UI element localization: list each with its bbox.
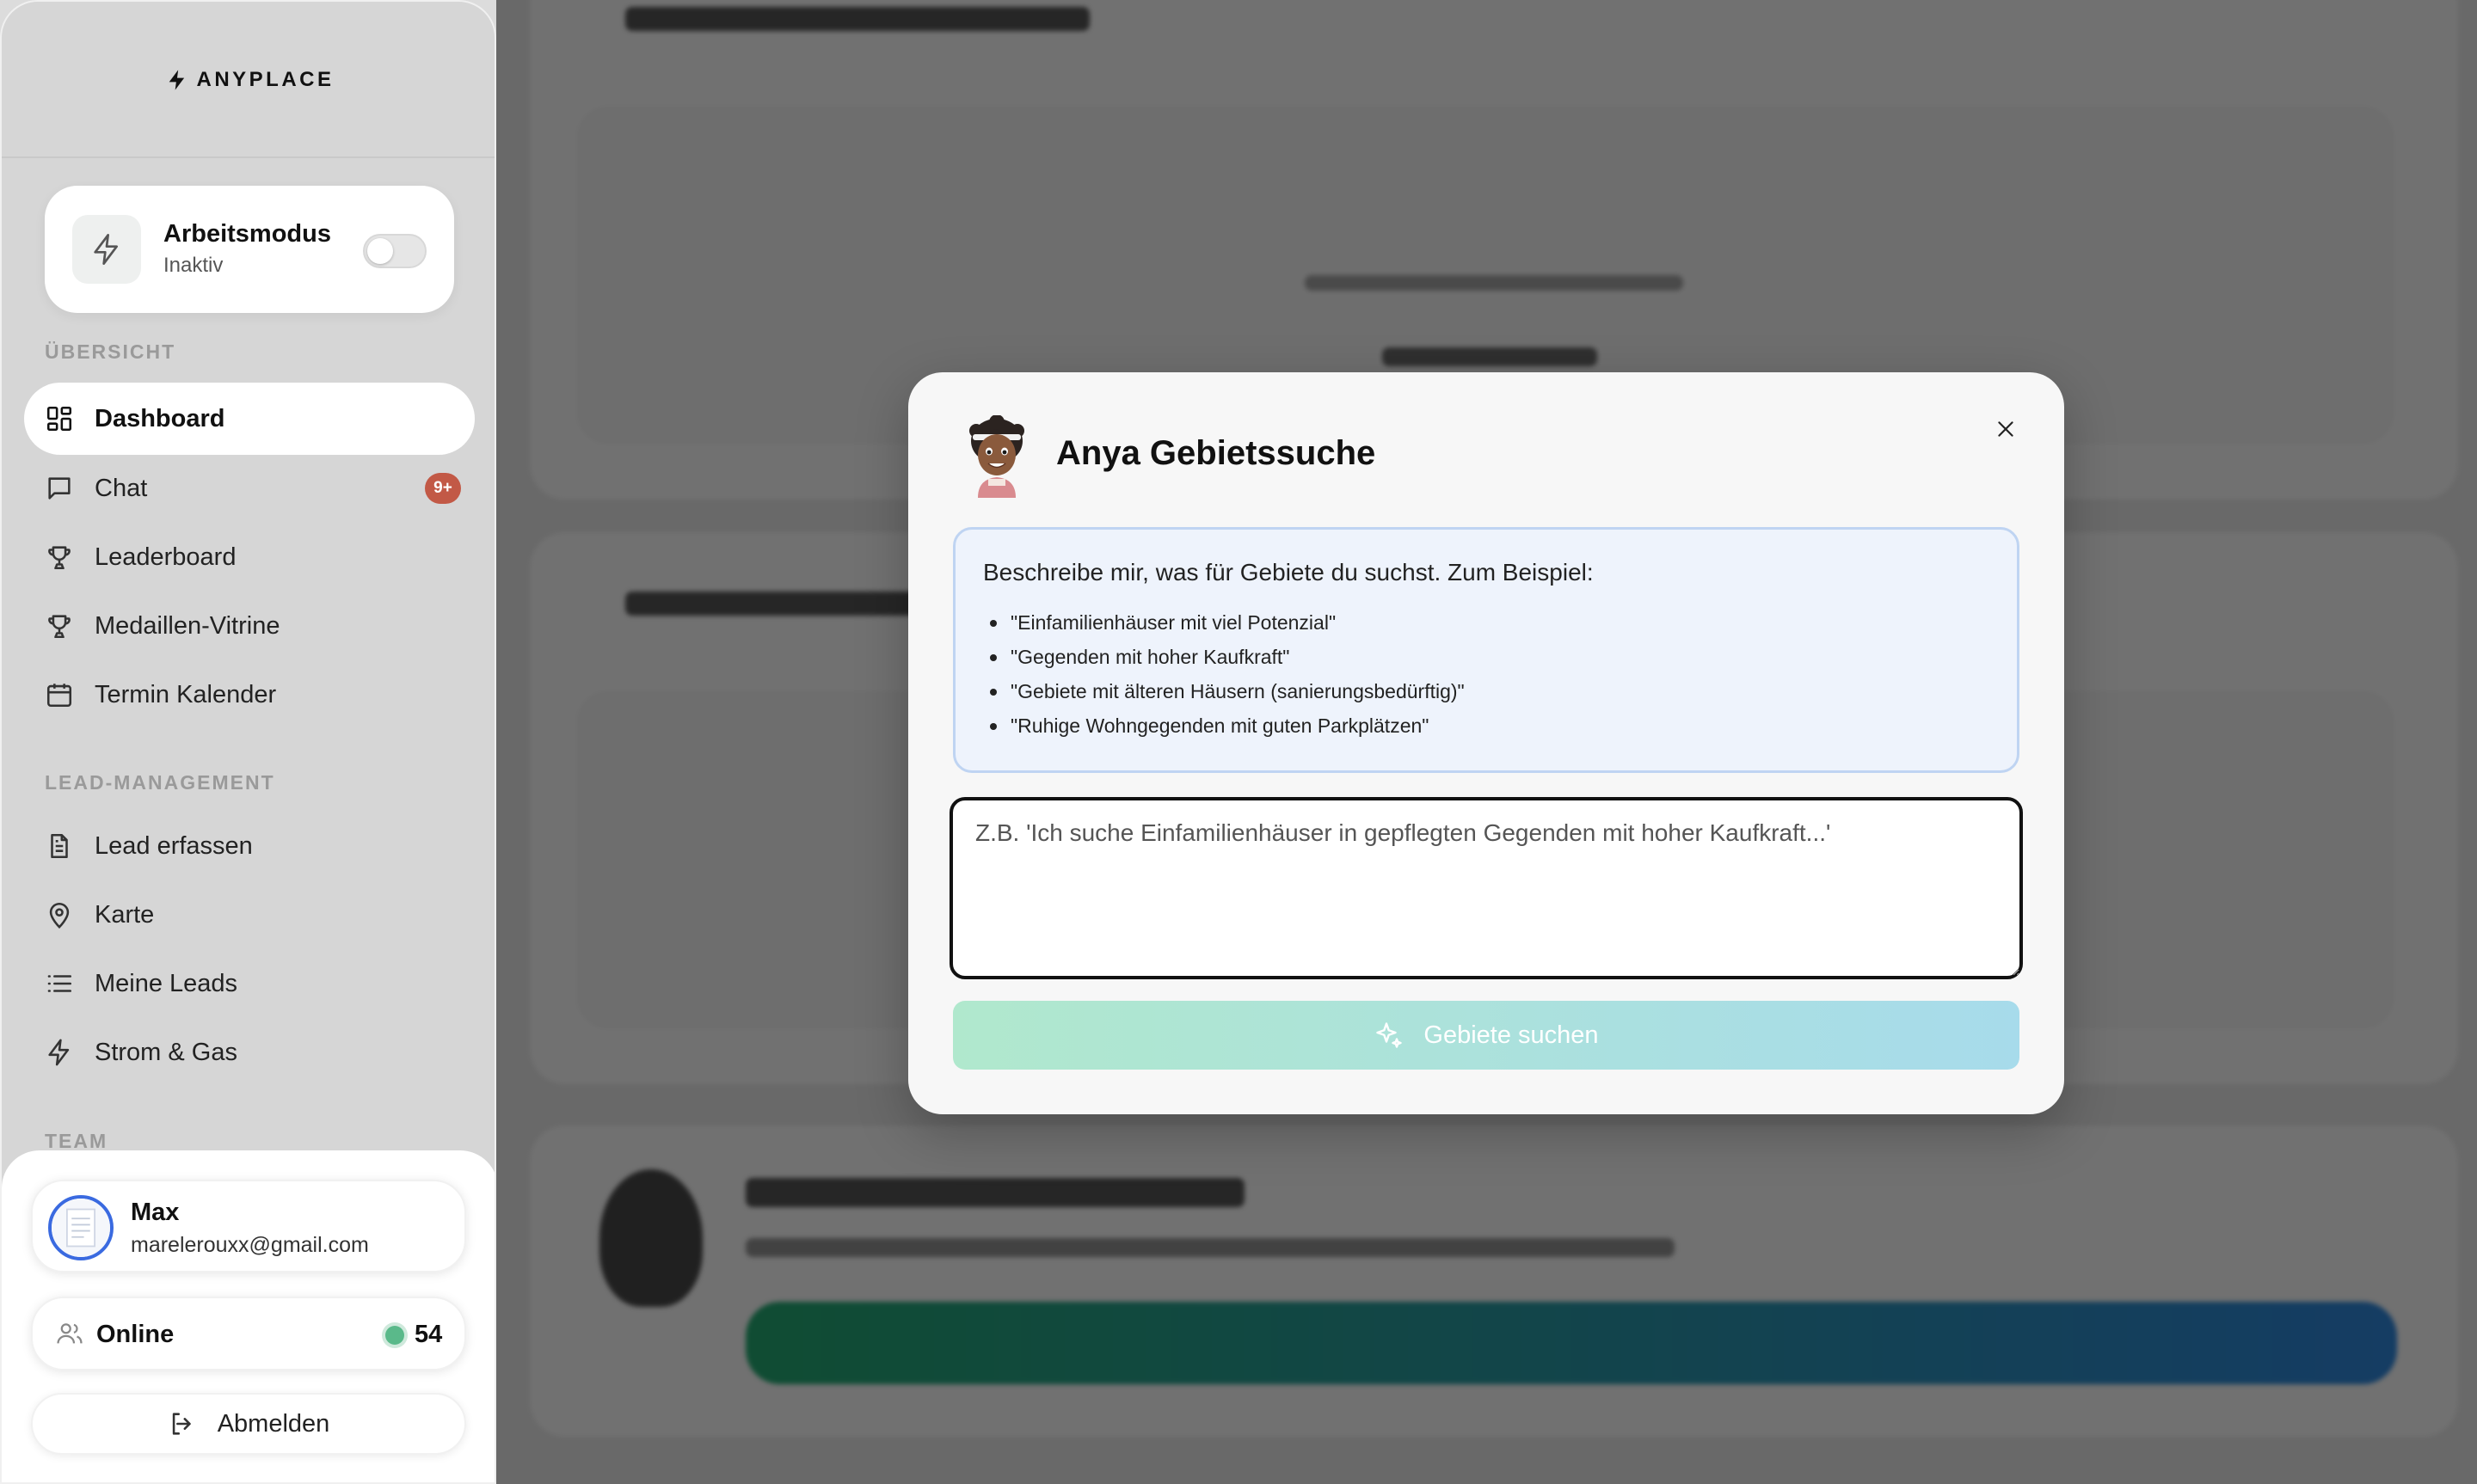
sparkles-icon — [1376, 1022, 1403, 1048]
calendar-icon — [46, 684, 72, 708]
trophy-icon — [48, 615, 71, 639]
logout-label: Abmelden — [217, 1409, 330, 1438]
document-icon — [51, 833, 68, 859]
list-icon — [47, 975, 72, 992]
online-label: Online — [96, 1321, 175, 1348]
sidebar-item-medaillen-vitrine[interactable]: Medaillen-Vitrine — [24, 590, 475, 662]
list-item: "Ruhige Wohngegenden mit guten Parkplätz… — [983, 708, 1989, 743]
area-search-modal: Anya Gebietssuche Beschreibe mir, was fü… — [908, 372, 2064, 1114]
sidebar-item-leaderboard[interactable]: Leaderboard — [24, 521, 475, 593]
section-overview: ÜBERSICHT — [45, 340, 176, 363]
sidebar-item-label: Medaillen-Vitrine — [95, 611, 280, 640]
online-count: 54 — [415, 1321, 443, 1348]
close-button[interactable] — [1987, 410, 2025, 448]
user-panel: Max marelerouxx@gmail.com Online 54 Abme… — [2, 1150, 495, 1482]
sidebar-item-label: Strom & Gas — [95, 1038, 237, 1066]
sidebar-item-label: Chat — [95, 474, 148, 502]
lightning-icon — [72, 215, 141, 284]
trophy-icon — [48, 546, 71, 570]
logout-icon — [172, 1413, 191, 1435]
sidebar-item-chat[interactable]: Chat 9+ — [24, 452, 475, 524]
sidebar-item-label: Termin Kalender — [95, 680, 277, 708]
work-mode-title: Arbeitsmodus — [163, 220, 331, 248]
list-item: "Gebiete mit älteren Häusern (sanierungs… — [983, 674, 1989, 708]
users-icon — [57, 1323, 83, 1344]
search-areas-button[interactable]: Gebiete suchen — [953, 1001, 2019, 1070]
user-email: marelerouxx@gmail.com — [131, 1233, 369, 1257]
list-item: "Einfamilienhäuser mit viel Potenzial" — [983, 605, 1989, 640]
example-list: "Einfamilienhäuser mit viel Potenzial" "… — [983, 605, 1989, 743]
work-mode-card: Arbeitsmodus Inaktiv — [45, 186, 454, 313]
sidebar-item-label: Leaderboard — [95, 543, 237, 571]
user-card[interactable]: Max marelerouxx@gmail.com — [31, 1180, 466, 1272]
list-item: "Gegenden mit hoher Kaufkraft" — [983, 640, 1989, 674]
example-hints-box: Beschreibe mir, was für Gebiete du suchs… — [953, 527, 2019, 773]
sidebar-item-strom-gas[interactable]: Strom & Gas — [24, 1016, 475, 1088]
chat-icon — [48, 477, 71, 500]
brand-name: ANYPLACE — [196, 68, 335, 91]
sidebar-item-karte[interactable]: Karte — [24, 879, 475, 951]
sidebar-item-label: Lead erfassen — [95, 831, 253, 860]
chat-unread-badge: 9+ — [425, 473, 461, 504]
divider — [2, 156, 495, 158]
lightning-icon — [48, 1039, 70, 1066]
hint-intro: Beschreibe mir, was für Gebiete du suchs… — [983, 559, 1594, 586]
logout-button[interactable]: Abmelden — [31, 1393, 466, 1455]
user-name: Max — [131, 1199, 180, 1226]
sidebar-item-label: Meine Leads — [95, 969, 238, 997]
section-lead-management: LEAD-MANAGEMENT — [45, 771, 275, 794]
brand-logo[interactable]: ANYPLACE — [2, 62, 495, 98]
modal-title: Anya Gebietssuche — [1056, 434, 1376, 472]
sidebar-item-dashboard[interactable]: Dashboard — [24, 383, 475, 455]
lightning-icon — [169, 70, 185, 90]
sidebar-item-termin-kalender[interactable]: Termin Kalender — [24, 659, 475, 731]
avatar — [48, 1195, 114, 1260]
work-mode-status: Inaktiv — [163, 254, 224, 277]
sidebar-item-label: Dashboard — [95, 404, 225, 432]
sidebar-item-lead-erfassen[interactable]: Lead erfassen — [24, 810, 475, 882]
anya-avatar — [962, 415, 1031, 498]
sidebar: ANYPLACE Arbeitsmodus Inaktiv ÜBERSICHT … — [0, 0, 496, 1484]
online-status-dot — [385, 1326, 404, 1345]
sidebar-item-meine-leads[interactable]: Meine Leads — [24, 947, 475, 1020]
sidebar-item-label: Karte — [95, 900, 155, 929]
close-icon — [1998, 421, 2013, 437]
map-pin-icon — [49, 902, 70, 929]
search-query-input[interactable] — [950, 797, 2023, 979]
dashboard-icon — [46, 406, 72, 432]
online-status-card[interactable]: Online 54 — [31, 1297, 466, 1371]
search-areas-label: Gebiete suchen — [1423, 1021, 1599, 1049]
work-mode-toggle[interactable] — [363, 234, 427, 268]
section-team: TEAM — [45, 1130, 108, 1152]
